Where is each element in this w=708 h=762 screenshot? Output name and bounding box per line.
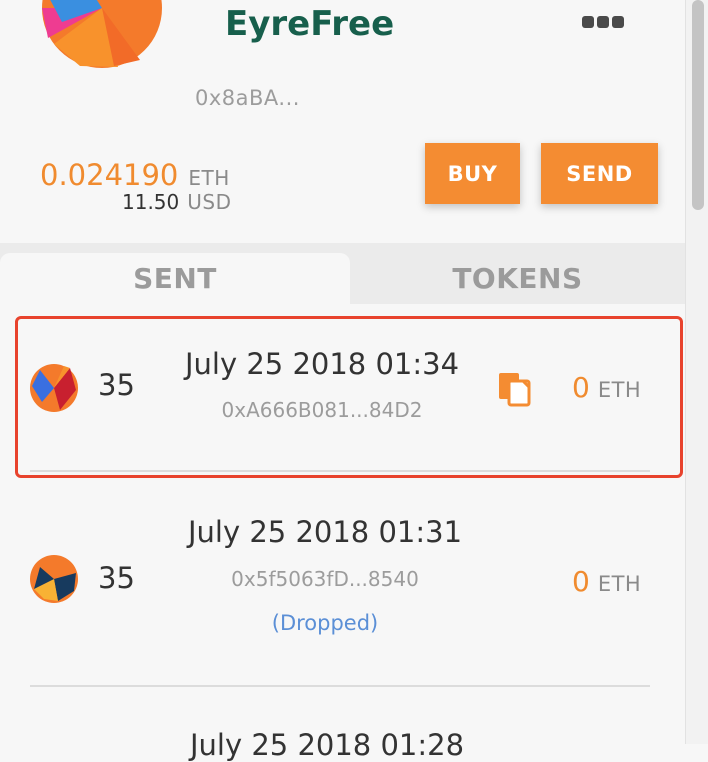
tx-value-amount: 0 xyxy=(572,565,590,598)
send-button[interactable]: SEND xyxy=(541,143,658,204)
tx-row[interactable]: 35 July 25 2018 01:34 0xA666B081...84D2 … xyxy=(0,316,685,481)
tx-identicon xyxy=(30,364,78,412)
usd-unit: USD xyxy=(187,190,232,214)
tx-value-unit: ETH xyxy=(597,378,642,402)
tx-row[interactable]: 35 July 25 2018 01:31 0x5f5063fD...8540 … xyxy=(0,493,685,687)
eth-amount: 0.024190 xyxy=(40,158,179,192)
row-divider xyxy=(30,470,650,472)
tx-hash[interactable]: 0xA666B081...84D2 xyxy=(222,398,423,422)
tx-value: 0 ETH xyxy=(572,565,641,598)
tab-bar: SENT TOKENS xyxy=(0,243,685,304)
balance-usd: 11.50 USD xyxy=(122,190,232,214)
ellipsis-icon[interactable] xyxy=(582,14,624,30)
tx-value: 0 ETH xyxy=(572,371,641,404)
tx-value-amount: 0 xyxy=(572,371,590,404)
copy-icon[interactable] xyxy=(497,371,531,407)
account-address[interactable]: 0x8aBA... xyxy=(195,86,300,110)
tab-tokens[interactable]: TOKENS xyxy=(350,253,685,304)
tx-value-unit: ETH xyxy=(597,572,642,596)
tx-hash[interactable]: 0x5f5063fD...8540 xyxy=(231,567,419,591)
row-divider xyxy=(30,685,650,687)
tx-date: July 25 2018 01:34 xyxy=(184,347,460,381)
balance-eth: 0.024190 ETH xyxy=(40,158,230,192)
tx-status-badge: (Dropped) xyxy=(271,611,379,635)
tx-date: July 25 2018 01:31 xyxy=(187,515,463,549)
usd-amount: 11.50 xyxy=(122,190,180,214)
tx-identicon xyxy=(30,555,78,603)
account-avatar xyxy=(42,0,162,68)
buy-button[interactable]: BUY xyxy=(425,143,520,204)
account-name: EyreFree xyxy=(225,4,395,44)
tab-sent[interactable]: SENT xyxy=(0,253,350,304)
tx-nonce: 35 xyxy=(98,368,135,402)
scrollbar-thumb[interactable] xyxy=(692,0,704,210)
tx-nonce: 35 xyxy=(98,561,135,595)
tx-date[interactable]: July 25 2018 01:28 xyxy=(190,728,464,762)
eth-unit: ETH xyxy=(188,166,230,190)
